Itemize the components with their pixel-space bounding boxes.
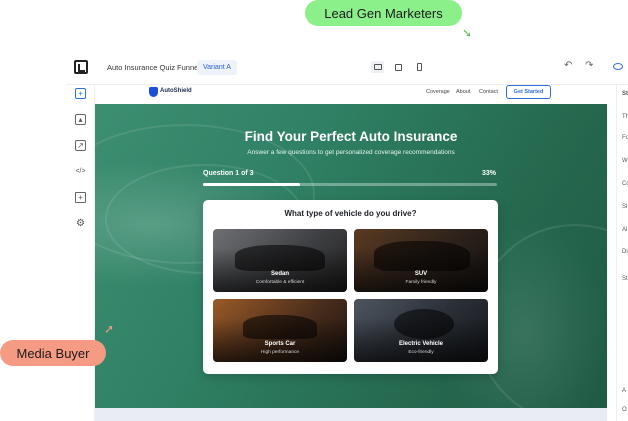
screenshot: Lead Gen Marketers ➘ Auto Insurance Quiz…	[0, 0, 628, 421]
add-icon[interactable]: +	[75, 88, 86, 99]
option-suv[interactable]: SUV Family friendly	[354, 229, 488, 292]
variant-badge[interactable]: Variant A	[197, 60, 237, 75]
media-buyer-tag: Media Buyer	[0, 340, 106, 366]
option-description: Family friendly	[405, 280, 437, 285]
left-toolbar	[66, 85, 95, 421]
option-title: Sports Car	[264, 341, 296, 347]
preview-eye-icon[interactable]	[613, 63, 623, 70]
arrow-down-right-icon: ➘	[462, 26, 473, 40]
folder-icon[interactable]: +	[75, 192, 86, 203]
panel-label: O	[622, 407, 627, 413]
shield-icon	[149, 87, 158, 97]
nav-link-about[interactable]: About	[456, 89, 470, 95]
get-started-button[interactable]: Get Started	[506, 85, 551, 99]
panel-label: W	[622, 158, 628, 164]
panel-label: A	[622, 388, 627, 394]
image-icon[interactable]: ▴	[75, 114, 86, 125]
panel-label: Di	[622, 249, 628, 255]
option-title: SUV	[414, 271, 428, 277]
lead-gen-marketers-tag: Lead Gen Marketers	[305, 0, 462, 26]
progress-fill	[203, 183, 301, 186]
panel-label: St	[622, 91, 628, 97]
arrow-up-right-icon: ➚	[104, 322, 115, 336]
canvas-footer	[95, 408, 607, 421]
tablet-icon[interactable]	[392, 61, 405, 73]
app-logo-icon[interactable]	[74, 60, 88, 74]
option-description: Comfortable & efficient	[255, 280, 305, 285]
quiz-question: What type of vehicle do you drive?	[284, 209, 417, 218]
option-title: Electric Vehicle	[398, 341, 444, 347]
settings-icon[interactable]: ⚙	[75, 218, 86, 229]
hero-subtitle: Answer a few questions to get personaliz…	[247, 149, 455, 156]
option-electric-vehicle[interactable]: Electric Vehicle Eco-friendly	[354, 299, 488, 362]
progress-percent: 33%	[482, 170, 497, 177]
panel-label: Co	[622, 181, 628, 187]
nav-link-contact[interactable]: Contact	[479, 89, 498, 95]
progress-bar	[203, 183, 497, 186]
nav-link-coverage[interactable]: Coverage	[426, 89, 450, 95]
progress-label: Question 1 of 3	[203, 170, 254, 177]
hero-title: Find Your Perfect Auto Insurance	[244, 129, 458, 144]
mobile-icon[interactable]	[413, 61, 426, 73]
option-description: High performance	[260, 350, 300, 355]
panel-label: Sl	[622, 204, 628, 210]
site-brand[interactable]: AutoShield	[160, 88, 192, 94]
redo-icon[interactable]: ↷	[585, 60, 593, 71]
option-title: Sedan	[270, 271, 289, 277]
external-link-icon[interactable]: ↗	[75, 140, 86, 151]
panel-label: Th	[622, 114, 628, 120]
option-description: Eco-friendly	[408, 350, 434, 355]
panel-label: Fo	[622, 135, 628, 141]
panel-label: St	[622, 276, 628, 282]
option-sports-car[interactable]: Sports Car High performance	[213, 299, 347, 362]
code-icon[interactable]: </>	[75, 166, 86, 177]
project-name[interactable]: Auto Insurance Quiz Funnel	[107, 63, 200, 72]
option-sedan[interactable]: Sedan Comfortable & efficient	[213, 229, 347, 292]
desktop-icon[interactable]	[371, 61, 384, 73]
panel-label: Al	[622, 227, 628, 233]
undo-icon[interactable]: ↶	[564, 60, 572, 71]
